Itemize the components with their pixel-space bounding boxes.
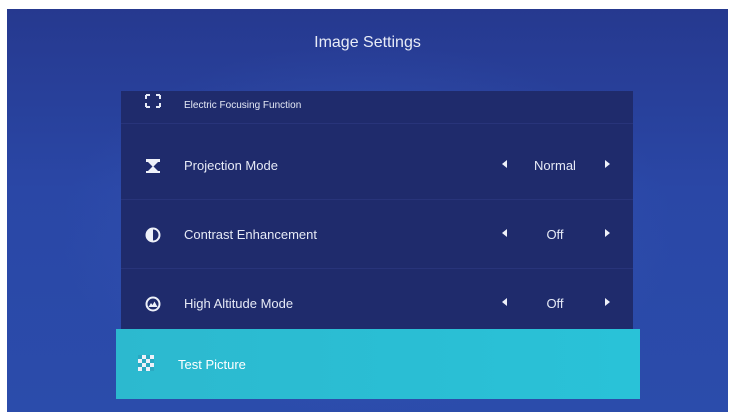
screen: Image Settings Electric Focusing Functio… [7, 9, 728, 412]
contrast-icon [145, 227, 161, 243]
mountain-icon [145, 296, 161, 312]
right-arrow-icon[interactable] [605, 229, 610, 237]
list-item-contrast-enhancement[interactable]: Contrast Enhancement Off [121, 200, 633, 269]
option-value: Normal [534, 158, 576, 173]
right-arrow-icon[interactable] [605, 160, 610, 168]
list-item-label: Contrast Enhancement [184, 227, 317, 242]
list-item-label: Electric Focusing Function [184, 100, 302, 111]
right-arrow-icon[interactable] [605, 298, 610, 306]
focus-bracket-icon [145, 93, 161, 109]
left-arrow-icon[interactable] [502, 160, 507, 168]
left-arrow-icon[interactable] [502, 229, 507, 237]
projection-mode-icon [145, 158, 161, 174]
list-item-high-altitude-mode[interactable]: High Altitude Mode Off [121, 269, 633, 331]
list-item-electric-focusing[interactable]: Electric Focusing Function [121, 91, 633, 124]
left-arrow-icon[interactable] [502, 298, 507, 306]
option-value: Off [546, 296, 564, 311]
list-item-test-picture[interactable]: Test Picture [116, 329, 640, 399]
list-item-label: Test Picture [178, 357, 246, 372]
list-item-label: High Altitude Mode [184, 296, 294, 311]
list-item-label: Projection Mode [184, 158, 278, 173]
page-title: Image Settings [314, 34, 421, 51]
checkerboard-icon [138, 355, 154, 371]
settings-list: Electric Focusing Function Projection Mo… [121, 91, 633, 331]
list-item-projection-mode[interactable]: Projection Mode Normal [121, 131, 633, 200]
option-value: Off [546, 227, 564, 242]
